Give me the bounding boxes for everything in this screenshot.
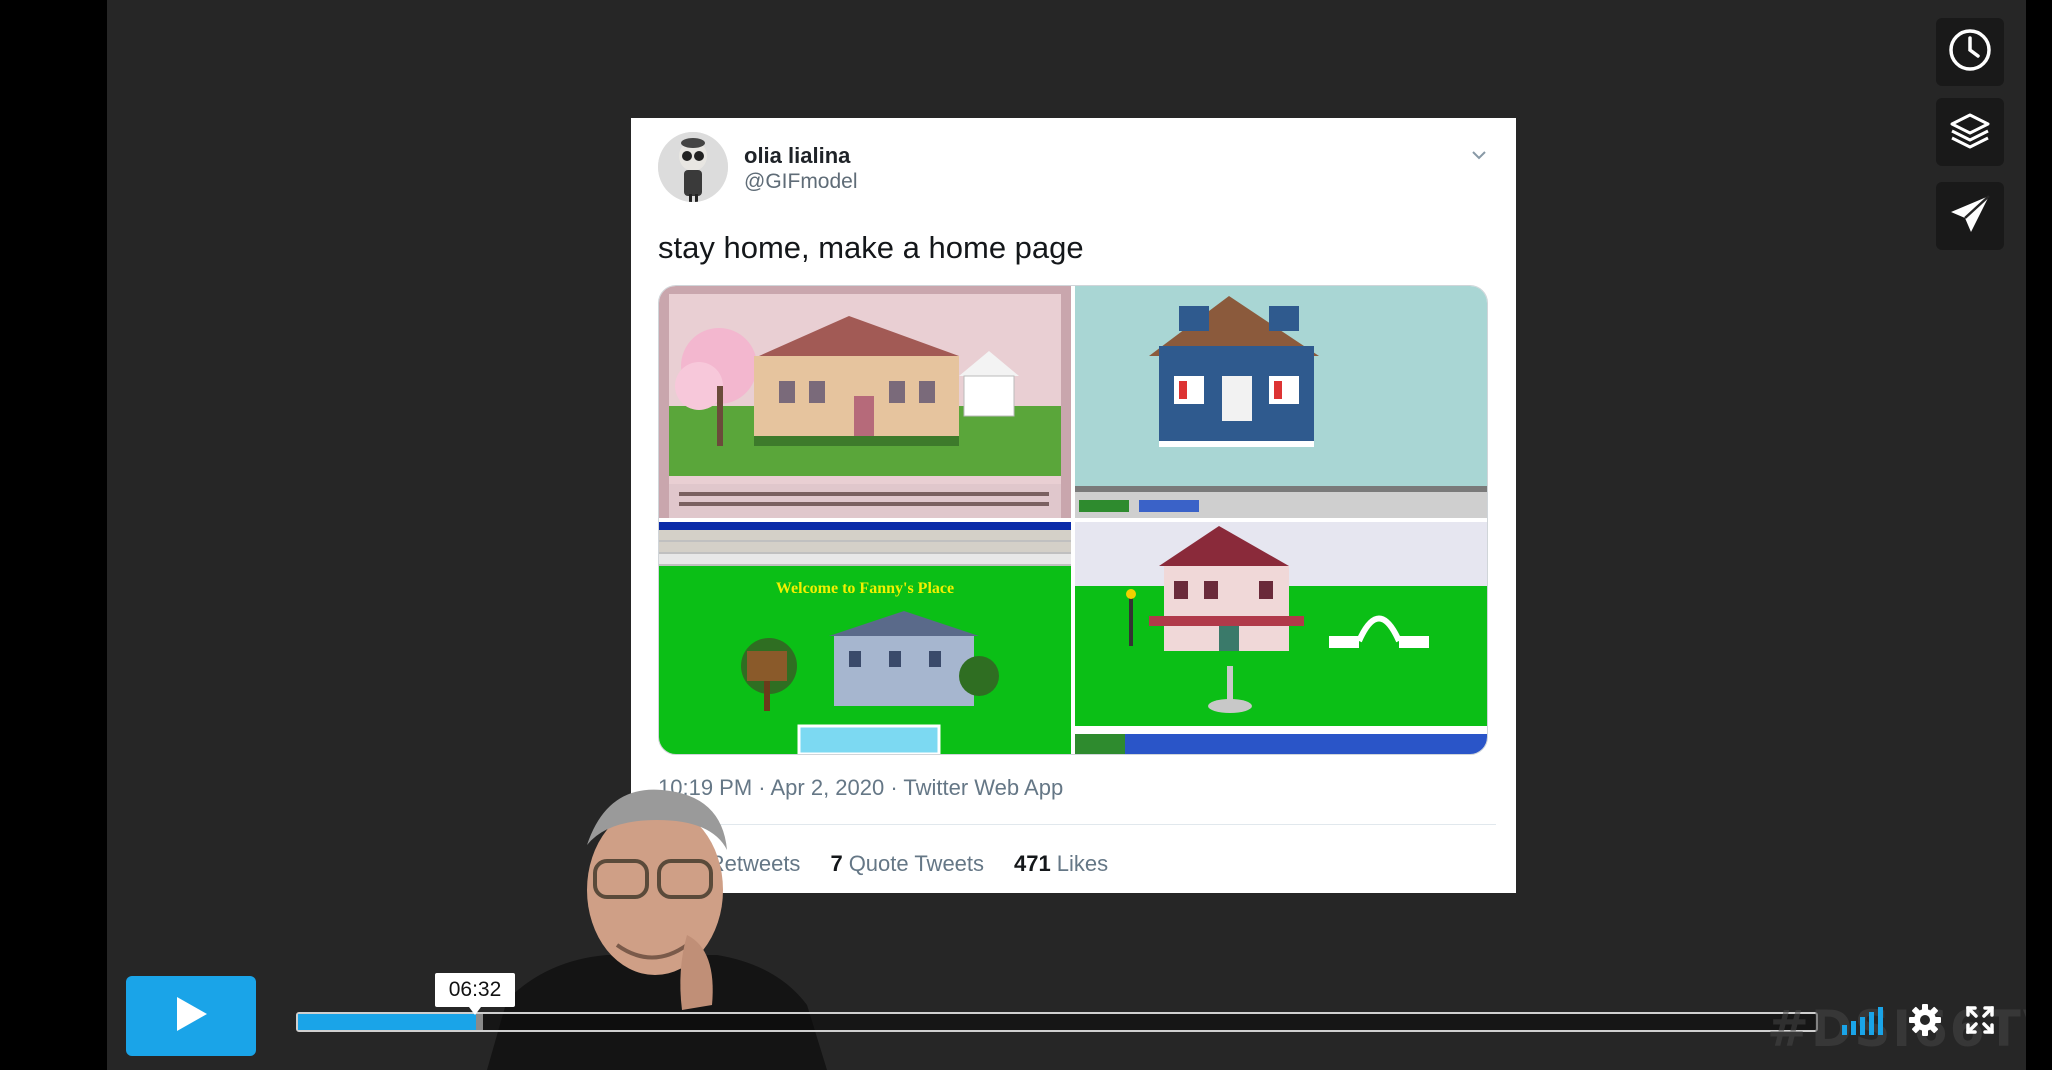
media-image-victorian-house[interactable]: [1075, 522, 1487, 754]
avatar[interactable]: [658, 132, 728, 202]
settings-button[interactable]: [1905, 1002, 1945, 1042]
watch-later-button[interactable]: [1936, 18, 2004, 86]
clock-icon: [1947, 27, 1993, 78]
gear-icon: [1908, 1003, 1942, 1042]
quote-label: Quote Tweets: [848, 851, 985, 876]
fannys-place-title: Welcome to Fanny's Place: [776, 580, 954, 597]
media-image-blue-house[interactable]: [1075, 286, 1487, 518]
video-stage[interactable]: olia lialina @GIFmodel stay home, make a…: [107, 0, 2026, 1070]
share-button[interactable]: [1936, 182, 2004, 250]
play-icon: [171, 994, 211, 1039]
tweet-text: stay home, make a home page: [658, 230, 1084, 265]
likes-count: 471: [1014, 851, 1051, 876]
chevron-down-icon[interactable]: [1468, 144, 1490, 166]
tweet-media-grid[interactable]: Welcome to Fanny's Place: [658, 285, 1488, 755]
author-name[interactable]: olia lialina: [744, 143, 850, 169]
author-handle[interactable]: @GIFmodel: [744, 170, 858, 194]
progress-bar[interactable]: [296, 1012, 1818, 1032]
likes-label: Likes: [1056, 851, 1109, 876]
progress-played: [298, 1014, 476, 1030]
layers-icon: [1947, 107, 1993, 158]
fullscreen-button[interactable]: [1960, 1002, 2000, 1042]
media-image-pink-house[interactable]: [659, 286, 1071, 518]
volume-button[interactable]: [1839, 1002, 1895, 1042]
time-tooltip: 06:32: [435, 973, 515, 1015]
paper-plane-icon: [1947, 191, 1993, 242]
collections-button[interactable]: [1936, 98, 2004, 166]
media-image-fannys-place[interactable]: Welcome to Fanny's Place: [659, 522, 1071, 754]
volume-bars-icon: [1842, 1005, 1892, 1040]
likes-stat[interactable]: 471 Likes: [1014, 851, 1108, 877]
fullscreen-icon: [1965, 1005, 1995, 1040]
play-button[interactable]: [126, 976, 256, 1056]
